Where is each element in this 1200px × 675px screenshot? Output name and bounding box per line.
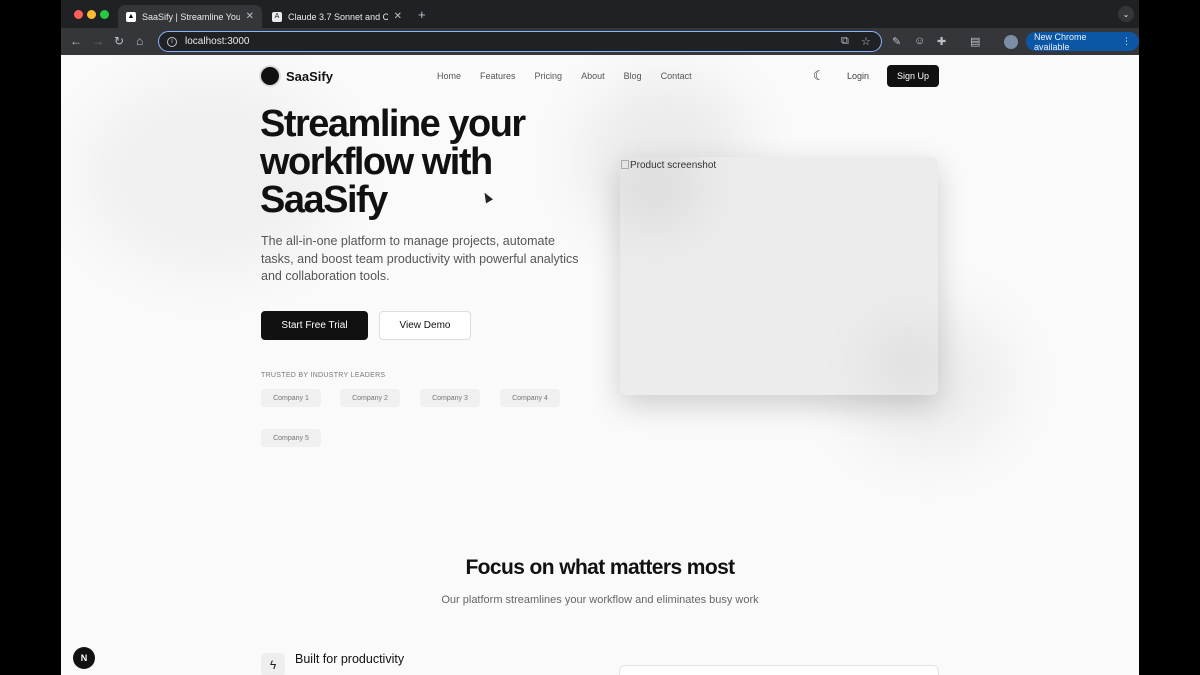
new-tab-button[interactable]: + <box>418 7 426 22</box>
nav-features[interactable]: Features <box>480 71 516 81</box>
hero-subtitle: The all-in-one platform to manage projec… <box>261 234 579 283</box>
reload-icon[interactable]: ↻ <box>114 34 124 48</box>
browser-toolbar: ← → ↻ ⌂ i localhost:3000 ⧉ ☆ ✎ ☺ ✚ ▤ New… <box>61 28 1139 55</box>
tab-bar: ▲ SaaSify | Streamline Your Wo ✕ A Claud… <box>61 0 1139 28</box>
tab-saasify[interactable]: ▲ SaaSify | Streamline Your Wo ✕ <box>118 5 262 28</box>
forward-arrow-icon[interactable]: → <box>92 34 104 48</box>
screenshot-alt-text: Product screenshot <box>630 160 717 171</box>
company-logo-1: Company 1 <box>261 389 321 407</box>
feature-title: Built for productivity <box>295 652 405 666</box>
site-logo[interactable]: SaaSify <box>261 67 333 85</box>
monkey-extension-icon[interactable]: ☺ <box>914 35 925 47</box>
side-panel-icon[interactable]: ▤ <box>970 35 980 48</box>
company-logo-4: Company 4 <box>500 389 560 407</box>
nav-blog[interactable]: Blog <box>624 71 642 81</box>
home-icon[interactable]: ⌂ <box>136 34 143 48</box>
maximize-window-button[interactable] <box>100 10 109 19</box>
broken-image-alt: Product screenshot <box>621 160 716 171</box>
main-nav: Home Features Pricing About Blog Contact <box>437 71 692 81</box>
company-logo-3: Company 3 <box>420 389 480 407</box>
update-label: New Chrome available <box>1034 31 1087 52</box>
triangle-favicon-icon: ▲ <box>126 11 136 22</box>
nav-home[interactable]: Home <box>437 71 461 81</box>
bookmark-star-icon[interactable]: ☆ <box>861 35 871 48</box>
nav-pricing[interactable]: Pricing <box>535 71 563 81</box>
nextjs-dev-badge[interactable]: N <box>73 647 95 669</box>
sign-up-button[interactable]: Sign Up <box>887 65 939 87</box>
close-tab-icon[interactable]: ✕ <box>394 11 402 22</box>
kebab-menu-icon[interactable]: ⋮ <box>1122 36 1131 47</box>
minimize-window-button[interactable] <box>87 10 96 19</box>
company-logo-5: Company 5 <box>261 429 321 447</box>
open-in-app-icon[interactable]: ⧉ <box>841 35 849 48</box>
product-screenshot: Product screenshot <box>620 157 938 395</box>
lightning-icon: ϟ <box>261 653 285 675</box>
features-title: Focus on what matters most <box>465 556 735 579</box>
tab-search-chevron-icon[interactable]: ⌄ <box>1118 6 1134 22</box>
profile-avatar[interactable] <box>1004 35 1018 49</box>
nav-about[interactable]: About <box>581 71 605 81</box>
tab-title: SaaSify | Streamline Your Wo <box>142 11 240 22</box>
broken-image-icon <box>621 160 629 169</box>
trusted-label: TRUSTED BY INDUSTRY LEADERS <box>261 372 386 379</box>
extensions-puzzle-icon[interactable]: ✚ <box>937 35 946 48</box>
browser-window: ▲ SaaSify | Streamline Your Wo ✕ A Claud… <box>61 0 1139 675</box>
login-link[interactable]: Login <box>847 71 869 81</box>
close-window-button[interactable] <box>74 10 83 19</box>
back-arrow-icon[interactable]: ← <box>70 34 82 48</box>
url-text[interactable]: localhost:3000 <box>185 36 250 47</box>
site-info-icon[interactable]: i <box>167 36 177 47</box>
anthropic-favicon-icon: A <box>272 11 282 22</box>
company-logo-2: Company 2 <box>340 389 400 407</box>
logo-text: SaaSify <box>286 68 333 84</box>
nav-contact[interactable]: Contact <box>661 71 692 81</box>
tab-claude[interactable]: A Claude 3.7 Sonnet and Claude ✕ <box>264 5 410 28</box>
hero-title: Streamline your workflow with SaaSify <box>260 103 526 221</box>
dark-mode-moon-icon[interactable]: ☾ <box>813 68 825 84</box>
view-demo-button[interactable]: View Demo <box>379 311 471 340</box>
logo-circle-icon <box>261 67 279 85</box>
features-subtitle: Our platform streamlines your workflow a… <box>441 594 759 606</box>
pen-extension-icon[interactable]: ✎ <box>892 35 901 48</box>
tab-title: Claude 3.7 Sonnet and Claude <box>288 11 388 22</box>
feature-card <box>619 665 939 675</box>
start-free-trial-button[interactable]: Start Free Trial <box>261 311 368 340</box>
new-chrome-available-button[interactable]: New Chrome available ⋮ <box>1026 31 1139 52</box>
close-tab-icon[interactable]: ✕ <box>246 11 254 22</box>
web-page: SaaSify Home Features Pricing About Blog… <box>61 55 1139 675</box>
address-bar[interactable]: i localhost:3000 ⧉ ☆ <box>158 31 882 52</box>
screenshot-glow <box>870 327 938 395</box>
